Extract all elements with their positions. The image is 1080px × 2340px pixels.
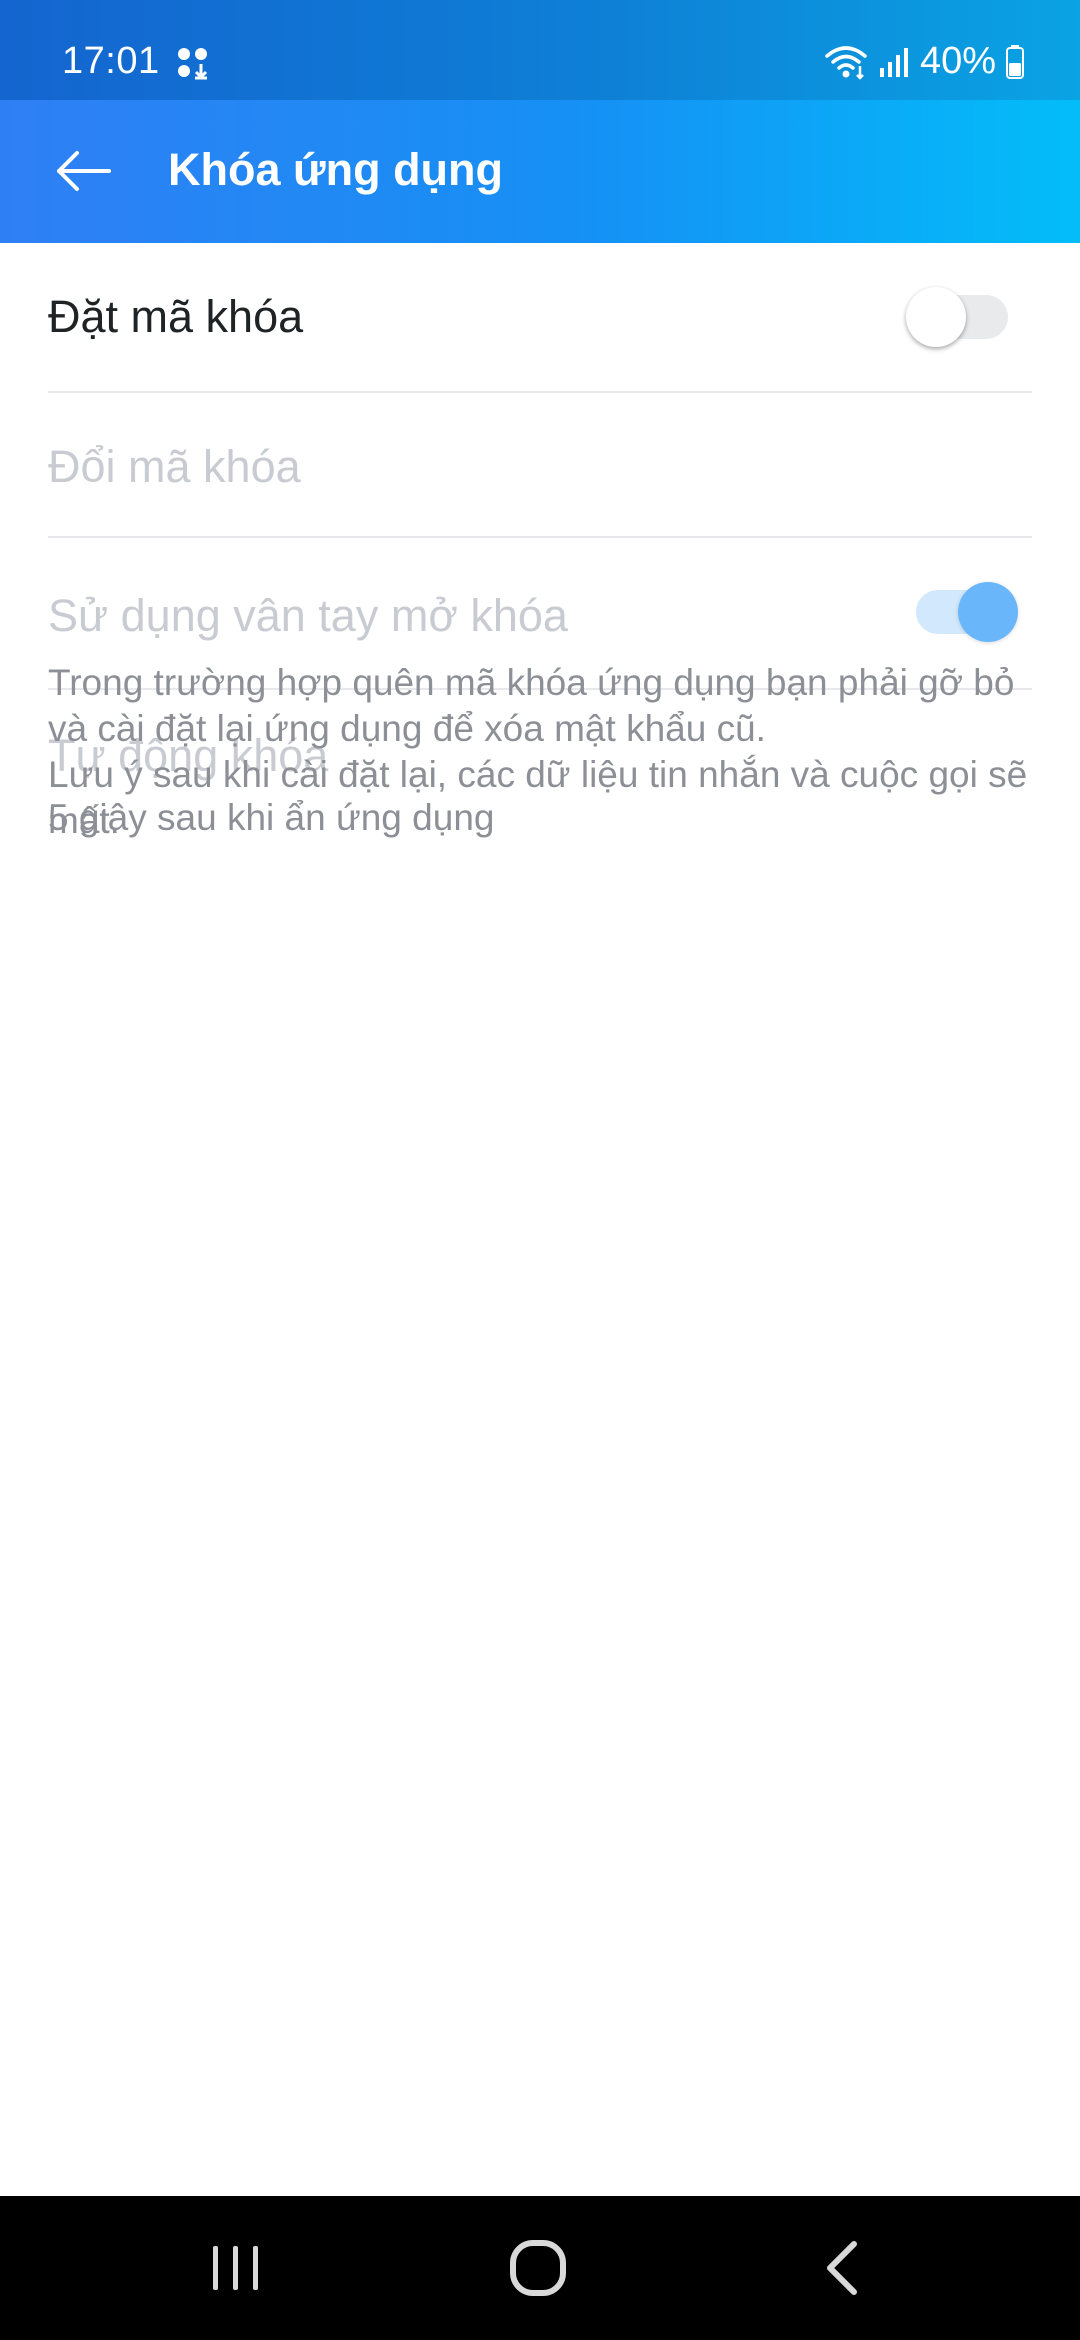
home-button[interactable] bbox=[478, 2226, 598, 2310]
note-line: Lưu ý sau khi cài đặt lại, các dữ liệu t… bbox=[48, 754, 1028, 841]
app-lock-screen: 17:01 40% Khóa ứng dụng Đặt mã khóa Đổi … bbox=[0, 0, 1080, 2340]
fingerprint-unlock-toggle[interactable] bbox=[910, 582, 1018, 642]
setting-label: Sử dụng vân tay mở khóa bbox=[48, 590, 568, 641]
toggle-thumb bbox=[906, 287, 966, 347]
setting-set-lock-code[interactable]: Đặt mã khóa bbox=[48, 243, 1032, 393]
setting-label: Đổi mã khóa bbox=[48, 441, 301, 492]
arrow-left-icon bbox=[57, 151, 111, 191]
status-time: 17:01 bbox=[62, 40, 160, 82]
home-icon bbox=[510, 2240, 566, 2296]
setting-label: Đặt mã khóa bbox=[48, 291, 304, 342]
note-line: Trong trường hợp quên mã khóa ứng dụng b… bbox=[48, 662, 1015, 749]
battery-text: 40% bbox=[919, 40, 996, 82]
warning-note: Trong trường hợp quên mã khóa ứng dụng b… bbox=[48, 660, 1032, 844]
navigation-bar bbox=[0, 2196, 1080, 2340]
status-bar: 17:01 40% bbox=[0, 0, 1080, 100]
back-nav-button[interactable] bbox=[782, 2226, 902, 2310]
toggle-thumb bbox=[958, 582, 1018, 642]
app-bar: Khóa ứng dụng bbox=[0, 100, 1080, 243]
status-icons: 40% bbox=[824, 40, 1024, 83]
back-icon bbox=[827, 2241, 857, 2295]
recents-button[interactable] bbox=[176, 2226, 296, 2310]
page-title: Khóa ứng dụng bbox=[168, 144, 504, 195]
back-button[interactable] bbox=[40, 128, 126, 214]
set-lock-code-toggle[interactable] bbox=[906, 287, 1014, 347]
battery-icon bbox=[1006, 44, 1024, 79]
recents-icon bbox=[213, 2246, 258, 2290]
apps-icon bbox=[176, 46, 210, 80]
setting-change-lock-code[interactable]: Đổi mã khóa bbox=[48, 393, 1032, 538]
wifi-icon bbox=[824, 44, 868, 80]
signal-icon bbox=[878, 46, 910, 78]
